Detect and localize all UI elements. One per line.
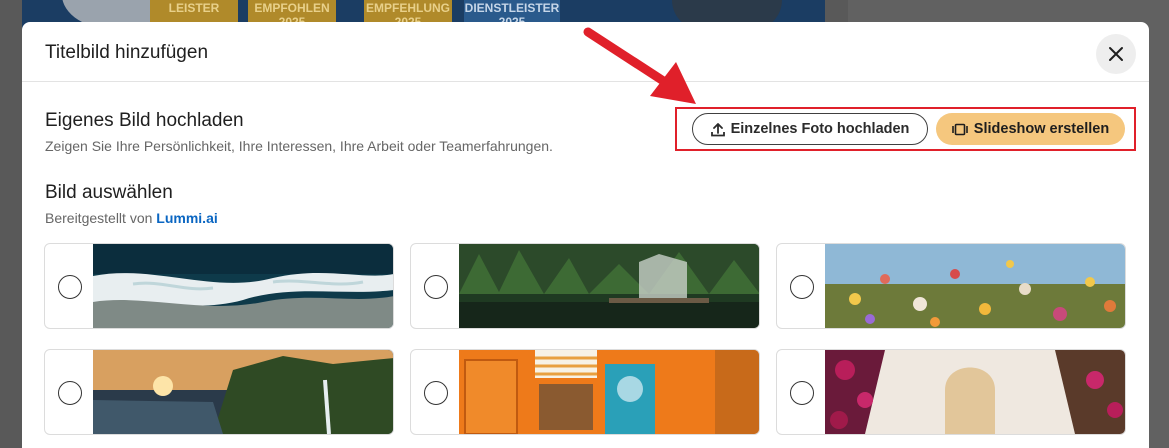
close-button[interactable]	[1096, 34, 1136, 74]
upload-section-subtitle: Zeigen Sie Ihre Persönlichkeit, Ihre Int…	[45, 138, 553, 154]
cover-image-dialog: Titelbild hinzufügen Eigenes Bild hochla…	[22, 22, 1149, 448]
image-thumbnail-forest-lake	[459, 244, 759, 328]
image-radio[interactable]	[424, 381, 448, 405]
image-radio[interactable]	[424, 275, 448, 299]
image-option[interactable]	[776, 243, 1126, 329]
provided-by-text: Bereitgestellt von	[45, 210, 157, 226]
image-radio[interactable]	[790, 275, 814, 299]
image-thumbnail-ocean	[93, 244, 393, 328]
dialog-title: Titelbild hinzufügen	[45, 42, 209, 63]
image-thumbnail-wildflowers	[825, 244, 1125, 328]
dialog-header: Titelbild hinzufügen	[22, 22, 1149, 82]
image-option[interactable]	[44, 243, 394, 329]
image-option[interactable]	[776, 349, 1126, 435]
image-thumbnail-coastal-cliffs	[93, 350, 393, 434]
image-radio[interactable]	[58, 381, 82, 405]
image-radio[interactable]	[58, 275, 82, 299]
annotation-highlight-box	[675, 107, 1136, 151]
image-radio[interactable]	[790, 381, 814, 405]
provider-link[interactable]: Lummi.ai	[156, 210, 217, 226]
image-option[interactable]	[44, 349, 394, 435]
upload-section-title: Eigenes Bild hochladen	[45, 110, 244, 131]
close-icon	[1109, 47, 1123, 61]
image-thumbnail-orange-storefront	[459, 350, 759, 434]
select-section-subtitle: Bereitgestellt von Lummi.ai	[45, 210, 218, 226]
image-thumbnail-white-arch	[825, 350, 1125, 434]
image-option[interactable]	[410, 243, 760, 329]
image-option[interactable]	[410, 349, 760, 435]
select-section-title: Bild auswählen	[45, 182, 173, 203]
